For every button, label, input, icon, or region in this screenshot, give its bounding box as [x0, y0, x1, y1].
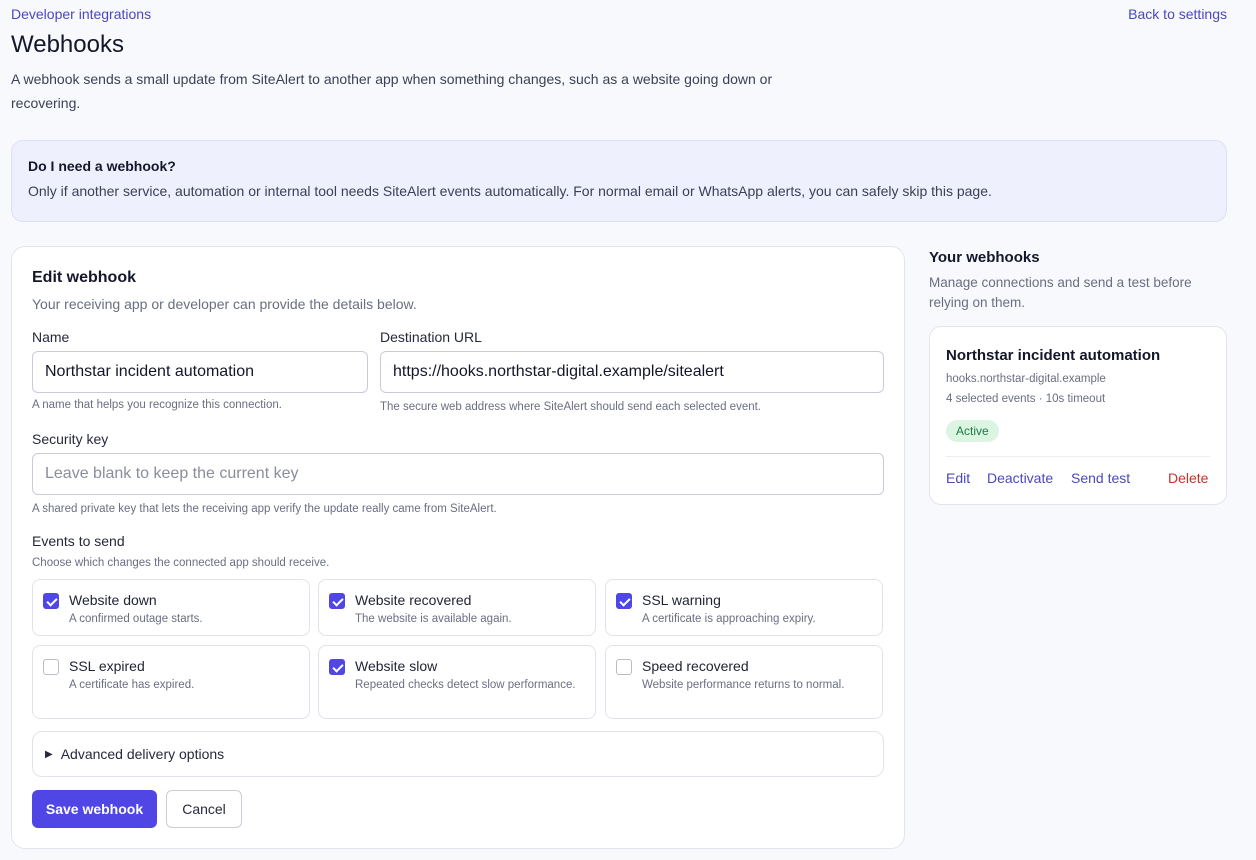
- caret-right-icon: ▶: [45, 748, 53, 760]
- info-callout: Do I need a webhook? Only if another ser…: [11, 140, 1227, 222]
- deactivate-webhook-link[interactable]: Deactivate: [987, 470, 1053, 486]
- edit-webhook-link[interactable]: Edit: [946, 470, 970, 486]
- event-desc-website-recovered: The website is available again.: [355, 613, 512, 625]
- back-to-settings-link[interactable]: Back to settings: [1128, 6, 1227, 22]
- event-checkbox-website-down[interactable]: [43, 593, 59, 609]
- page-title: Webhooks: [11, 31, 124, 58]
- cancel-button[interactable]: Cancel: [166, 790, 242, 828]
- event-option-website-down[interactable]: Website down A confirmed outage starts.: [32, 579, 310, 636]
- divider: [946, 456, 1210, 457]
- event-desc-website-slow: Repeated checks detect slow performance.: [355, 679, 576, 691]
- event-checkbox-ssl-expired[interactable]: [43, 659, 59, 675]
- name-help: A name that helps you recognize this con…: [32, 399, 282, 411]
- security-key-help: A shared private key that lets the recei…: [32, 503, 497, 515]
- edit-webhook-subtitle: Your receiving app or developer can prov…: [32, 296, 417, 312]
- webhook-card: Northstar incident automation hooks.nort…: [929, 326, 1227, 505]
- event-title-website-down: Website down: [69, 592, 157, 608]
- name-label: Name: [32, 329, 70, 345]
- events-label: Events to send: [32, 533, 125, 549]
- event-title-ssl-expired: SSL expired: [69, 658, 145, 674]
- edit-webhook-title: Edit webhook: [32, 269, 136, 286]
- status-badge: Active: [946, 420, 999, 442]
- event-title-ssl-warning: SSL warning: [642, 592, 721, 608]
- security-key-label: Security key: [32, 431, 109, 447]
- event-option-speed-recovered[interactable]: Speed recovered Website performance retu…: [605, 645, 883, 719]
- name-input[interactable]: Northstar incident automation: [32, 351, 368, 393]
- event-desc-website-down: A confirmed outage starts.: [69, 613, 203, 625]
- security-key-input[interactable]: Leave blank to keep the current key: [32, 453, 884, 495]
- advanced-delivery-toggle[interactable]: ▶ Advanced delivery options: [32, 731, 884, 777]
- your-webhooks-subtitle: Manage connections and send a test befor…: [929, 275, 1192, 310]
- webhook-meta: 4 selected events · 10s timeout: [946, 393, 1106, 405]
- event-option-ssl-expired[interactable]: SSL expired A certificate has expired.: [32, 645, 310, 719]
- event-checkbox-website-recovered[interactable]: [329, 593, 345, 609]
- info-callout-text: Only if another service, automation or i…: [28, 183, 992, 199]
- event-option-website-recovered[interactable]: Website recovered The website is availab…: [318, 579, 596, 636]
- event-desc-ssl-expired: A certificate has expired.: [69, 679, 195, 691]
- event-checkbox-speed-recovered[interactable]: [616, 659, 632, 675]
- event-option-website-slow[interactable]: Website slow Repeated checks detect slow…: [318, 645, 596, 719]
- destination-url-label: Destination URL: [380, 329, 482, 345]
- event-title-website-recovered: Website recovered: [355, 592, 472, 608]
- breadcrumb-developer-integrations[interactable]: Developer integrations: [11, 6, 151, 22]
- save-webhook-button[interactable]: Save webhook: [32, 790, 157, 828]
- info-callout-title: Do I need a webhook?: [28, 158, 176, 174]
- page-intro: A webhook sends a small update from Site…: [11, 71, 773, 111]
- event-desc-ssl-warning: A certificate is approaching expiry.: [642, 613, 816, 625]
- destination-url-input[interactable]: https://hooks.northstar-digital.example/…: [380, 351, 884, 393]
- event-desc-speed-recovered: Website performance returns to normal.: [642, 679, 845, 691]
- events-help: Choose which changes the connected app s…: [32, 557, 330, 569]
- event-checkbox-website-slow[interactable]: [329, 659, 345, 675]
- event-option-ssl-warning[interactable]: SSL warning A certificate is approaching…: [605, 579, 883, 636]
- event-title-website-slow: Website slow: [355, 658, 438, 674]
- edit-webhook-card: Edit webhook Your receiving app or devel…: [11, 246, 905, 849]
- send-test-link[interactable]: Send test: [1071, 470, 1130, 486]
- advanced-delivery-label: Advanced delivery options: [60, 746, 225, 762]
- event-title-speed-recovered: Speed recovered: [642, 658, 749, 674]
- webhook-name: Northstar incident automation: [946, 347, 1161, 364]
- destination-url-help: The secure web address where SiteAlert s…: [380, 401, 761, 413]
- delete-webhook-link[interactable]: Delete: [1168, 470, 1208, 486]
- webhook-host: hooks.northstar-digital.example: [946, 373, 1106, 385]
- your-webhooks-title: Your webhooks: [929, 249, 1040, 266]
- event-checkbox-ssl-warning[interactable]: [616, 593, 632, 609]
